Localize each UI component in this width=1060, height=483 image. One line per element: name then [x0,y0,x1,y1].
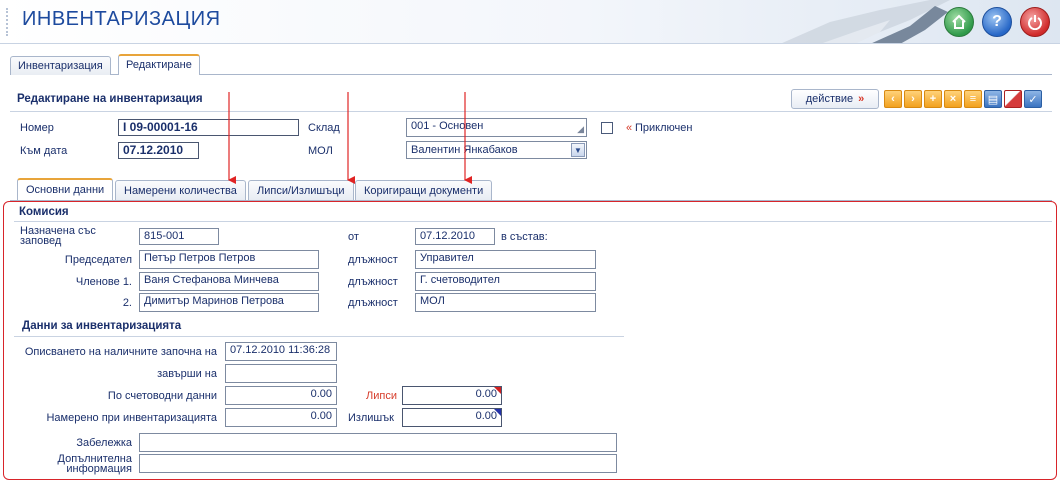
shortage-label: Липси [366,390,397,402]
chairman-label: Председател [64,254,132,266]
note-field[interactable] [139,433,617,452]
number-field[interactable]: I 09-00001-16 [118,119,299,136]
note-label: Забележка [76,437,132,449]
warehouse-label: Склад [308,122,340,134]
composition-label: в състав: [501,231,548,243]
next-icon: › [911,93,915,105]
print-icon: ▤ [987,93,999,106]
found-field[interactable]: 0.00 [225,408,337,427]
chevron-down-icon: ▼ [571,143,585,157]
member2-label: 2. [122,297,132,309]
power-icon [1028,15,1042,30]
ended-label: завърши на [157,368,217,380]
date-field[interactable]: 07.12.2010 [118,142,199,159]
position-label-1: длъжност [348,254,398,266]
tab-shortages-surpluses[interactable]: Липси/Излишъци [248,180,354,200]
closed-label: Приключен [635,122,693,134]
book-data-field[interactable]: 0.00 [225,386,337,405]
tab-found-quantities[interactable]: Намерени количества [115,180,246,200]
ended-field[interactable] [225,364,337,383]
action-button[interactable]: действие » [791,89,879,109]
mol-select[interactable]: Валентин Янкабаков ▼ [406,141,587,159]
extra-info-label-line2: информация [66,463,132,475]
number-label: Номер [20,122,54,134]
closed-checkbox[interactable] [601,122,613,134]
mol-value: Валентин Янкабаков [411,144,518,156]
header-grip [6,8,8,36]
chairman-field[interactable]: Петър Петров Петров [139,250,319,269]
tab-inventory[interactable]: Инвентаризация [10,56,111,75]
inventory-data-title: Данни за инвентаризацията [22,320,182,332]
app-header: ИНВЕНТАРИЗАЦИЯ ? [0,0,1060,44]
panel-divider [10,111,1052,112]
member1-position-field[interactable]: Г. счетоводител [415,272,596,291]
inner-tabs-divider [10,200,1052,201]
resize-handle-icon[interactable]: ◢ [577,124,584,135]
logout-button[interactable] [1020,7,1050,37]
mol-label: МОЛ [308,145,333,157]
surplus-field[interactable]: 0.00 [402,408,502,427]
delete-icon: × [949,93,957,105]
extra-info-field[interactable] [139,454,617,473]
action-arrow-icon: » [858,93,865,105]
confirm-button[interactable]: ✓ [1024,90,1042,108]
order-date-field[interactable]: 07.12.2010 [415,228,495,245]
warehouse-field[interactable]: 001 - Основен ◢ [406,118,587,137]
confirm-icon: ✓ [1028,93,1038,106]
app-title: ИНВЕНТАРИЗАЦИЯ [22,8,221,30]
appointed-label-line2: заповед [20,235,62,247]
chairman-position-field[interactable]: Управител [415,250,596,269]
book-data-label: По счетоводни данни [107,390,217,402]
print-button[interactable]: ▤ [984,90,1002,108]
home-icon [952,14,966,29]
started-label: Описването на наличните започна на [24,346,217,358]
position-label-2: длъжност [348,276,398,288]
document-icon: ≡ [969,93,977,105]
panel-title: Редактиране на инвентаризация [17,93,203,105]
prev-icon: ‹ [891,93,895,105]
members-label: Членове 1. [75,276,132,288]
found-label: Намерено при инвентаризацията [46,412,217,424]
tab-basic-data[interactable]: Основни данни [17,178,114,200]
from-label: от [348,231,359,243]
add-button[interactable]: + [924,90,942,108]
started-field[interactable]: 07.12.2010 11:36:28 [225,342,337,361]
document-button[interactable]: ≡ [964,90,982,108]
home-button[interactable] [944,7,974,37]
position-label-3: длъжност [348,297,398,309]
action-label: действие [805,93,854,105]
prev-button[interactable]: ‹ [884,90,902,108]
add-icon: + [929,93,937,105]
commission-title: Комисия [19,206,69,218]
tab-correcting-documents[interactable]: Коригиращи документи [355,180,493,200]
warehouse-value: 001 - Основен [411,120,484,132]
delete-button[interactable]: × [944,90,962,108]
extra-info-label: Допълнителна информация [14,454,132,475]
tab-edit[interactable]: Редактиране [118,54,200,75]
member2-field[interactable]: Димитър Маринов Петрова [139,293,319,312]
order-number-field[interactable]: 815-001 [139,228,219,245]
member1-field[interactable]: Ваня Стефанова Минчева [139,272,319,291]
commission-divider [14,221,1052,222]
appointed-label: Назначена със заповед [20,226,96,247]
closed-prefix: « [626,122,633,134]
shortage-field[interactable]: 0.00 [402,386,502,405]
help-icon: ? [992,13,1002,30]
help-button[interactable]: ? [982,7,1012,37]
member2-position-field[interactable]: МОЛ [415,293,596,312]
cancel-button[interactable] [1004,90,1022,108]
inventory-data-divider [14,336,624,337]
header-decoration-image [782,0,950,43]
next-button[interactable]: › [904,90,922,108]
surplus-label: Излишък [348,412,394,424]
date-label: Към дата [20,145,68,157]
